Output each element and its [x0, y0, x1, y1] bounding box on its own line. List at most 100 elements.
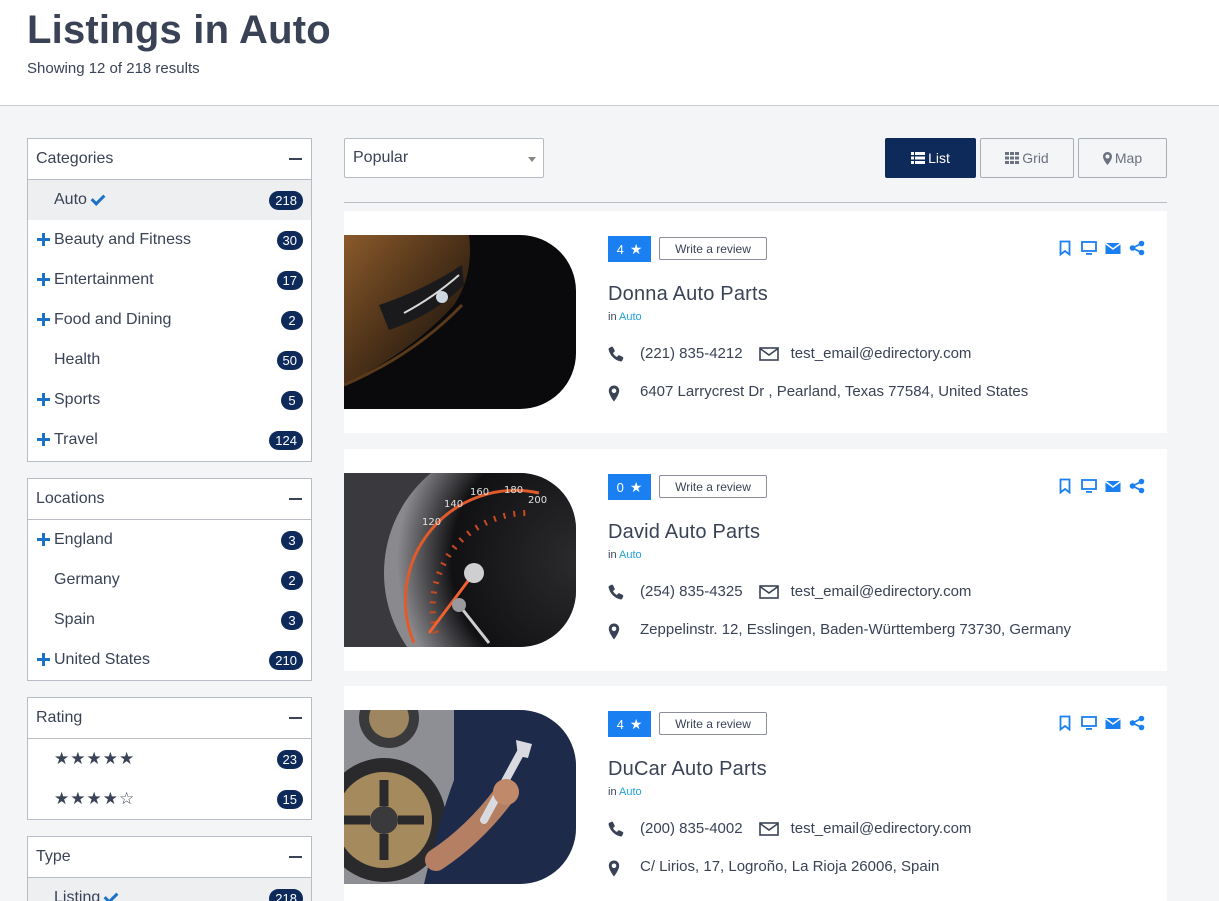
listing-address: Zeppelinstr. 12, Esslingen, Baden-Württe…: [640, 621, 1072, 638]
listing-card[interactable]: 4 ★ Write a review DuCar Auto Parts in A…: [344, 686, 1167, 901]
listing-photo-mechanic-wrench[interactable]: [344, 710, 576, 884]
listing-title[interactable]: DuCar Auto Parts: [608, 758, 767, 781]
share-icon[interactable]: [1129, 240, 1145, 256]
bookmark-icon[interactable]: [1057, 715, 1073, 731]
count-badge: 30: [276, 231, 303, 250]
address-row: 6407 Larrycrest Dr , Pearland, Texas 775…: [608, 381, 1028, 402]
facet-label: Germany: [54, 571, 120, 588]
facet-label: Sports: [54, 391, 101, 408]
envelope-icon[interactable]: [1105, 478, 1121, 494]
view-list-button[interactable]: List: [885, 138, 976, 178]
map-pin-icon: [608, 623, 620, 640]
view-list-label: List: [928, 150, 950, 166]
category-item-entertainment[interactable]: Entertainment 17: [28, 260, 311, 300]
category-item-travel[interactable]: Travel 124: [28, 420, 311, 460]
expand-plus-icon[interactable]: [36, 271, 54, 289]
categories-panel: Categories Auto 218 Beauty and Fitness 3…: [27, 138, 312, 462]
star-rating-icon: ★★★★★: [54, 749, 136, 768]
location-item-germany[interactable]: Germany 2: [28, 560, 311, 600]
write-review-button[interactable]: Write a review: [659, 475, 767, 498]
email-address[interactable]: test_email@edirectory.com: [791, 583, 972, 600]
category-item-sports[interactable]: Sports 5: [28, 380, 311, 420]
listing-title[interactable]: Donna Auto Parts: [608, 283, 768, 306]
count-badge: 3: [281, 531, 303, 550]
expand-plus-icon[interactable]: [36, 431, 54, 449]
sort-select[interactable]: Popular: [344, 138, 544, 178]
location-item-united-states[interactable]: United States 210: [28, 640, 311, 680]
bookmark-icon[interactable]: [1057, 240, 1073, 256]
monitor-icon[interactable]: [1081, 715, 1097, 731]
location-item-spain[interactable]: Spain 3: [28, 600, 311, 640]
email-address[interactable]: test_email@edirectory.com: [791, 820, 972, 837]
collapse-minus-icon[interactable]: [289, 856, 302, 858]
expand-plus-icon[interactable]: [36, 651, 54, 669]
categories-panel-header[interactable]: Categories: [28, 139, 311, 180]
type-item-listing[interactable]: Listing 218: [28, 878, 311, 901]
grid-icon: [1005, 152, 1020, 164]
card-actions: [1057, 715, 1145, 731]
category-prefix: in: [608, 311, 617, 323]
category-item-food-and-dining[interactable]: Food and Dining 2: [28, 300, 311, 340]
write-review-button[interactable]: Write a review: [659, 712, 767, 735]
envelope-icon[interactable]: [1105, 240, 1121, 256]
category-link[interactable]: Auto: [619, 786, 642, 798]
facet-label: Listing: [54, 889, 101, 901]
monitor-icon[interactable]: [1081, 478, 1097, 494]
phone-number[interactable]: (221) 835-4212: [640, 345, 743, 362]
view-map-button[interactable]: Map: [1078, 138, 1167, 178]
type-panel: Type Listing 218: [27, 836, 312, 901]
category-link[interactable]: Auto: [619, 311, 642, 323]
count-badge: 17: [276, 271, 303, 290]
category-item-beauty-and-fitness[interactable]: Beauty and Fitness 30: [28, 220, 311, 260]
rating-item-4-stars[interactable]: ★★★★☆ 15: [28, 779, 311, 819]
count-badge: 210: [269, 651, 303, 670]
location-item-england[interactable]: England 3: [28, 520, 311, 560]
type-panel-header[interactable]: Type: [28, 837, 311, 878]
monitor-icon[interactable]: [1081, 240, 1097, 256]
share-icon[interactable]: [1129, 715, 1145, 731]
listing-card[interactable]: 120 140 160 180 200 0 ★ Write a review Davi…: [344, 449, 1167, 671]
listing-title[interactable]: David Auto Parts: [608, 521, 760, 544]
rating-panel-header[interactable]: Rating: [28, 698, 311, 739]
facet-label: Auto: [54, 191, 87, 208]
facet-label: Travel: [54, 431, 98, 448]
toolbar-divider: [344, 202, 1167, 203]
count-badge: 5: [281, 391, 303, 410]
facet-label: United States: [54, 651, 151, 668]
listing-photo-car-headlight[interactable]: [344, 235, 576, 409]
count-badge: 3: [281, 611, 303, 630]
phone-number[interactable]: (254) 835-4325: [640, 583, 743, 600]
email-address[interactable]: test_email@edirectory.com: [791, 345, 972, 362]
share-icon[interactable]: [1129, 478, 1145, 494]
count-badge: 23: [276, 750, 303, 769]
collapse-minus-icon[interactable]: [289, 498, 302, 500]
facet-label: Health: [54, 351, 101, 368]
rating-badge: 0 ★: [608, 474, 651, 500]
count-badge: 15: [276, 790, 303, 809]
expand-plus-icon[interactable]: [36, 231, 54, 249]
category-link[interactable]: Auto: [619, 549, 642, 561]
facet-label: Food and Dining: [54, 311, 172, 328]
collapse-minus-icon[interactable]: [289, 158, 302, 160]
card-actions: [1057, 478, 1145, 494]
view-grid-button[interactable]: Grid: [980, 138, 1074, 178]
locations-panel-header[interactable]: Locations: [28, 479, 311, 520]
listing-category: in Auto: [608, 786, 642, 798]
write-review-button[interactable]: Write a review: [659, 237, 767, 260]
list-icon: [911, 152, 926, 164]
expand-plus-icon[interactable]: [36, 311, 54, 329]
expand-plus-icon[interactable]: [36, 391, 54, 409]
listing-photo-speedometer[interactable]: 120 140 160 180 200: [344, 473, 576, 647]
category-item-auto[interactable]: Auto 218: [28, 180, 311, 220]
envelope-icon[interactable]: [1105, 715, 1121, 731]
category-item-health[interactable]: Health 50: [28, 340, 311, 380]
phone-number[interactable]: (200) 835-4002: [640, 820, 743, 837]
count-badge: 2: [281, 311, 303, 330]
collapse-minus-icon[interactable]: [289, 717, 302, 719]
svg-text:180: 180: [504, 485, 523, 496]
listing-card[interactable]: 4 ★ Write a review Donna Auto Parts in A…: [344, 211, 1167, 433]
bookmark-icon[interactable]: [1057, 478, 1073, 494]
rating-item-5-stars[interactable]: ★★★★★ 23: [28, 739, 311, 779]
svg-text:120: 120: [422, 517, 441, 528]
expand-plus-icon[interactable]: [36, 531, 54, 549]
